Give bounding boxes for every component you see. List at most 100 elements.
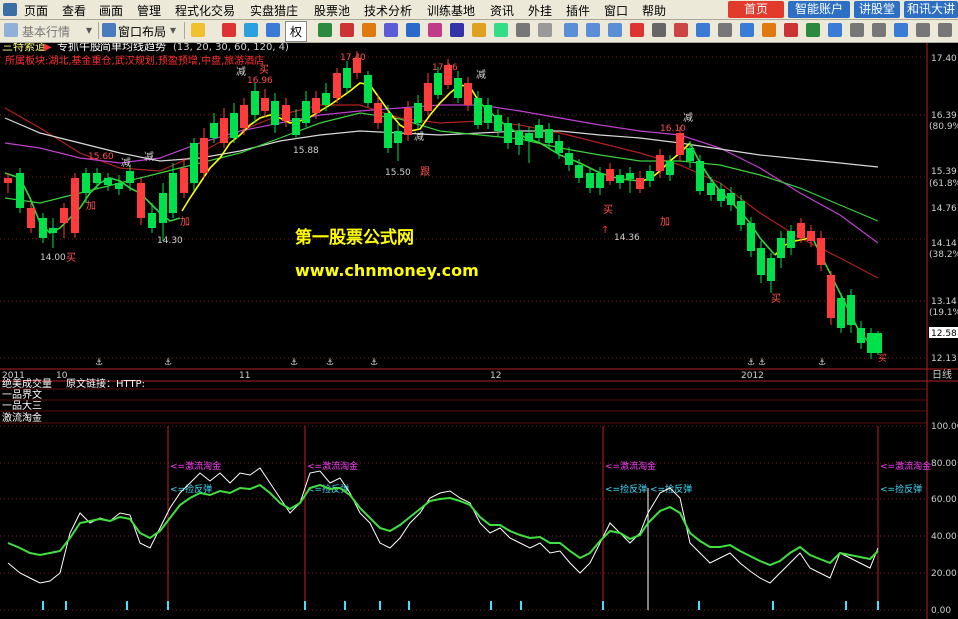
settings-icon[interactable]	[872, 23, 886, 37]
indicator-subtitle: 一品大三	[2, 399, 42, 412]
export-icon[interactable]	[538, 23, 552, 37]
candle-body	[404, 108, 412, 135]
star-icon[interactable]	[472, 23, 486, 37]
basic-quotes-button[interactable]: 基本行情	[22, 23, 70, 40]
volume-indicator-title: 绝美成交量	[2, 377, 52, 390]
candle-body	[616, 175, 624, 183]
stock-chart[interactable]: 三特索道 ▶ 专抓牛股 简单均线趋势 (13, 20, 30, 60, 120,…	[0, 43, 958, 619]
candle-body	[180, 168, 188, 193]
signal-reduce: 减	[236, 66, 246, 78]
smart-account-button[interactable]: 智能账户	[788, 1, 850, 18]
fib-label: (38.2%)	[929, 250, 958, 260]
anchor-icon[interactable]: ⚓	[818, 358, 826, 368]
stock-name: 三特索道	[2, 43, 46, 53]
candle-body	[4, 178, 12, 183]
info-icon[interactable]	[450, 23, 464, 37]
layout-icon[interactable]	[828, 23, 842, 37]
calc-icon[interactable]	[384, 23, 398, 37]
more-icon[interactable]	[938, 23, 952, 37]
line-chart-icon[interactable]	[564, 23, 578, 37]
candle-body	[343, 68, 351, 88]
candle-body	[767, 258, 775, 281]
alert-icon[interactable]	[428, 23, 442, 37]
menu-item-manage[interactable]: 管理	[137, 2, 161, 19]
menu-item-screen[interactable]: 画面	[99, 2, 123, 19]
menu-item-plugin-ext[interactable]: 外挂	[528, 2, 552, 19]
menu-item-plugins[interactable]: 插件	[566, 2, 590, 19]
candle-body	[282, 105, 290, 121]
stats-icon[interactable]	[318, 23, 332, 37]
signal-add: 加	[180, 216, 190, 228]
app-icon[interactable]	[3, 3, 17, 16]
anchor-icon[interactable]: ⚓	[95, 358, 103, 368]
indicator-axis-label: 100.00	[931, 422, 958, 432]
source-link: 原文链接：HTTP:	[66, 377, 145, 390]
week-icon[interactable]	[696, 23, 710, 37]
print-icon[interactable]	[516, 23, 530, 37]
candle-body	[666, 161, 674, 175]
folder-icon[interactable]	[191, 23, 205, 37]
candle-body	[374, 103, 382, 123]
menu-item-tech-analysis[interactable]: 技术分析	[364, 2, 412, 19]
anchor-icon[interactable]: ⚓	[164, 358, 172, 368]
grid-icon[interactable]	[494, 23, 508, 37]
candle-body	[515, 131, 523, 145]
money-icon[interactable]	[806, 23, 820, 37]
formula-icon[interactable]	[362, 23, 376, 37]
candle-body	[707, 183, 715, 195]
candle-body	[39, 218, 47, 238]
move-icon[interactable]	[244, 23, 258, 37]
menu-item-live-hunting[interactable]: 实盘猎庄	[250, 2, 298, 19]
candle-body	[220, 118, 228, 143]
volume-icon[interactable]	[608, 23, 622, 37]
menu-item-page[interactable]: 页面	[24, 2, 48, 19]
menu-item-help[interactable]: 帮助	[642, 2, 666, 19]
price-mark: 15.88	[293, 146, 319, 156]
tick-icon[interactable]	[630, 23, 644, 37]
anchor-icon[interactable]: ⚓	[290, 358, 298, 368]
close-icon[interactable]	[916, 23, 930, 37]
candle-body	[71, 178, 79, 233]
chart-background	[0, 43, 958, 619]
trade-icon[interactable]	[784, 23, 798, 37]
month-icon[interactable]	[718, 23, 732, 37]
zoom-icon[interactable]	[266, 23, 280, 37]
lecture-hall-button[interactable]: 讲股堂	[854, 1, 900, 18]
draw-icon[interactable]	[340, 23, 354, 37]
window-layout-button[interactable]: 窗口布局	[118, 23, 166, 40]
candle-body	[210, 123, 218, 138]
menu-item-stock-pool[interactable]: 股票池	[314, 2, 350, 19]
f10-icon[interactable]	[674, 23, 688, 37]
candle-body	[60, 208, 68, 223]
quotes-icon[interactable]	[4, 23, 18, 37]
candle-body	[271, 101, 279, 125]
bell-icon[interactable]	[762, 23, 776, 37]
menu-item-program-trading[interactable]: 程式化交易	[175, 2, 235, 19]
kline-icon[interactable]	[586, 23, 600, 37]
search-icon[interactable]	[894, 23, 908, 37]
menu-item-training[interactable]: 训练基地	[427, 2, 475, 19]
list-icon[interactable]	[222, 23, 236, 37]
anchor-icon[interactable]: ⚓	[758, 358, 766, 368]
chevron-down-icon[interactable]: ▾	[86, 23, 92, 37]
candle-body	[292, 118, 300, 135]
rights-adjust-button[interactable]: 权	[285, 21, 308, 42]
candle-body	[696, 161, 704, 191]
candle-body	[200, 138, 208, 173]
minute-icon[interactable]	[740, 23, 754, 37]
menu-item-news[interactable]: 资讯	[490, 2, 514, 19]
refresh-icon[interactable]	[406, 23, 420, 37]
multi-window-icon[interactable]	[652, 23, 666, 37]
price-label: 17.40	[931, 54, 957, 64]
menu-item-window[interactable]: 窗口	[604, 2, 628, 19]
menu-item-view[interactable]: 查看	[62, 2, 86, 19]
home-button[interactable]: 首页	[728, 1, 784, 18]
tools-icon[interactable]	[850, 23, 864, 37]
window-layout-icon[interactable]	[102, 23, 116, 37]
chevron-down-icon[interactable]: ▾	[170, 23, 176, 37]
candle-body	[656, 155, 664, 171]
anchor-icon[interactable]: ⚓	[370, 358, 378, 368]
anchor-icon[interactable]: ⚓	[326, 358, 334, 368]
anchor-icon[interactable]: ⚓	[747, 358, 755, 368]
hexun-lecture-button[interactable]: 和讯大讲	[904, 1, 958, 18]
